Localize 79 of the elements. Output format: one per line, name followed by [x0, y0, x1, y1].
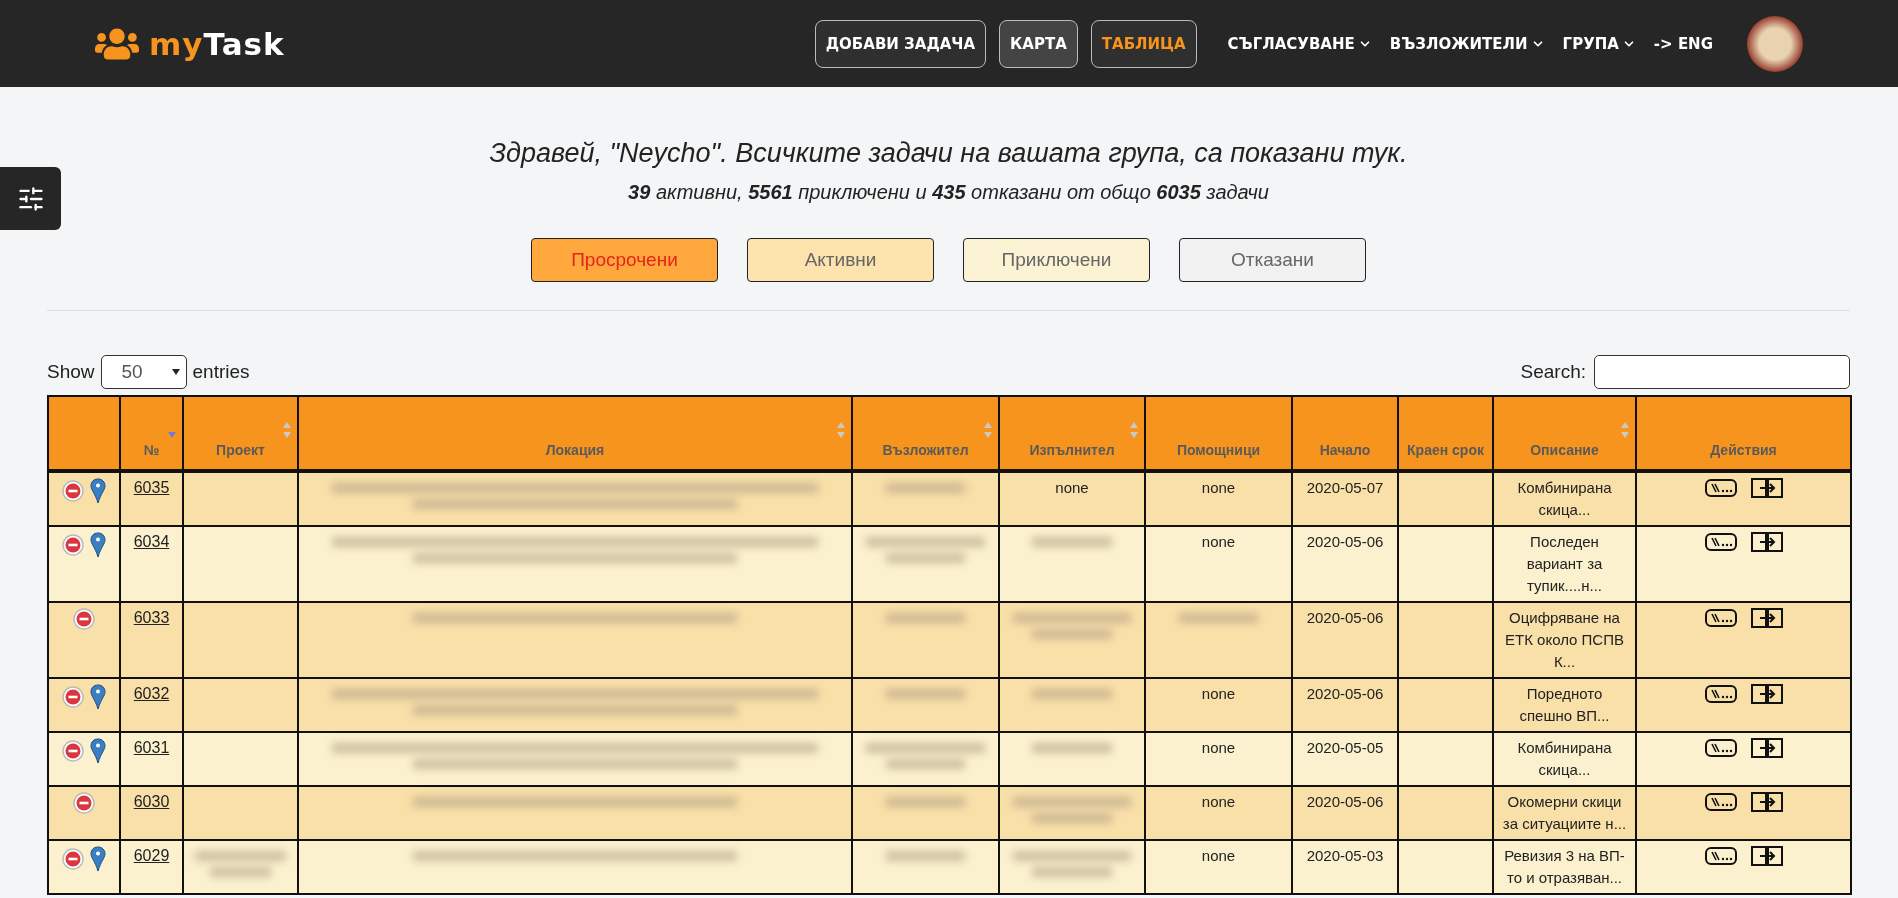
cell-text: 2020-05-05 [1306, 739, 1384, 756]
card-icon[interactable] [1704, 793, 1737, 811]
task-number-link[interactable]: 6030 [133, 793, 170, 810]
show-label: Show [47, 361, 95, 383]
task-number-link[interactable]: 6035 [133, 479, 170, 496]
cell-text: Комбинирана скица... [1517, 739, 1612, 778]
enter-box-icon[interactable] [1750, 792, 1783, 812]
column-header: Действия [1636, 396, 1851, 471]
filter-button[interactable]: Отказани [1179, 238, 1366, 282]
task-number-link[interactable]: 6033 [133, 609, 170, 626]
search-field[interactable] [1594, 355, 1850, 389]
cell-text: none [1055, 479, 1089, 496]
filter-button[interactable]: Активни [747, 238, 934, 282]
column-header: Помощници [1145, 396, 1292, 471]
card-icon[interactable] [1704, 685, 1737, 703]
cell-text: Окомерни скици за ситуациите н... [1502, 793, 1627, 832]
filter-button[interactable]: Приключени [963, 238, 1150, 282]
cell-text: 2020-05-03 [1306, 847, 1384, 864]
cell-text: none [1201, 739, 1236, 756]
task-number-link[interactable]: 6034 [133, 533, 170, 550]
caret-icon [171, 369, 180, 375]
enter-box-icon[interactable] [1750, 532, 1783, 552]
column-header: Краен срок [1398, 396, 1493, 471]
card-icon[interactable] [1704, 847, 1737, 865]
nav-button[interactable]: КАРТА [999, 19, 1078, 68]
settings-icon [16, 184, 45, 213]
map-pin-icon[interactable] [90, 846, 106, 872]
card-icon[interactable] [1704, 739, 1737, 757]
cell-text: Последен вариант за тупик....н... [1526, 533, 1603, 594]
map-pin-icon[interactable] [90, 478, 106, 504]
greeting-heading: Здравей, "Neycho". Всичките задачи на вашата група, са показани тук. [488, 137, 1409, 169]
task-number-link[interactable]: 6031 [133, 739, 170, 756]
cell-text: Оцифряване на ЕТК около ПСПВ К... [1505, 609, 1624, 670]
remove-icon[interactable] [62, 848, 84, 870]
card-icon[interactable] [1704, 533, 1737, 551]
card-icon[interactable] [1704, 609, 1737, 627]
cell-text: 2020-05-07 [1306, 479, 1384, 496]
cell-text: none [1201, 685, 1236, 702]
cell-text: Поредното спешно ВП... [1519, 685, 1610, 724]
remove-icon[interactable] [62, 534, 84, 556]
map-pin-icon[interactable] [90, 532, 106, 558]
remove-icon[interactable] [62, 480, 84, 502]
column-header: Начало [1292, 396, 1398, 471]
cell-text: 2020-05-06 [1306, 793, 1384, 810]
search-label: Search: [1520, 361, 1586, 383]
dropdown-menu[interactable]: ГРУПА [1562, 34, 1636, 53]
remove-icon[interactable] [62, 740, 84, 762]
remove-icon[interactable] [73, 608, 95, 630]
logo-text[interactable]: myTask [149, 25, 285, 62]
language-link[interactable]: -> ENG [1653, 34, 1713, 53]
cell-text: Комбинирана скица... [1517, 479, 1612, 518]
card-icon[interactable] [1704, 479, 1737, 497]
map-pin-icon[interactable] [90, 684, 106, 710]
dropdown-menu[interactable]: СЪГЛАСУВАНЕ [1227, 34, 1372, 53]
enter-box-icon[interactable] [1750, 846, 1783, 866]
dropdown-menu[interactable]: ВЪЗЛОЖИТЕЛИ [1389, 34, 1545, 53]
cell-text: 2020-05-06 [1306, 609, 1384, 626]
filter-settings-button[interactable] [0, 167, 61, 230]
enter-box-icon[interactable] [1750, 738, 1783, 758]
task-number-link[interactable]: 6032 [133, 685, 170, 702]
entries-select[interactable]: 50 [100, 355, 187, 389]
cell-text: none [1201, 479, 1236, 496]
entries-label: entries [192, 361, 250, 383]
cell-text: Ревизия 3 на ВП-то и отразяван... [1504, 847, 1625, 886]
cell-text: 2020-05-06 [1306, 685, 1384, 702]
task-summary: 39 активни, 5561 приключени и 435 отказани от общо 6035 задачи [627, 181, 1270, 204]
cell-text: none [1201, 793, 1236, 810]
remove-icon[interactable] [62, 686, 84, 708]
map-pin-icon[interactable] [90, 738, 106, 764]
task-number-link[interactable]: 6029 [133, 847, 170, 864]
cell-text: 2020-05-06 [1306, 533, 1384, 550]
nav-button[interactable]: ДОБАВИ ЗАДАЧА [814, 19, 987, 68]
enter-box-icon[interactable] [1750, 608, 1783, 628]
cell-text: none [1201, 533, 1236, 550]
remove-icon[interactable] [73, 792, 95, 814]
enter-box-icon[interactable] [1750, 478, 1783, 498]
nav-button[interactable]: ТАБЛИЦА [1090, 19, 1197, 68]
enter-box-icon[interactable] [1750, 684, 1783, 704]
cell-text: none [1201, 847, 1236, 864]
